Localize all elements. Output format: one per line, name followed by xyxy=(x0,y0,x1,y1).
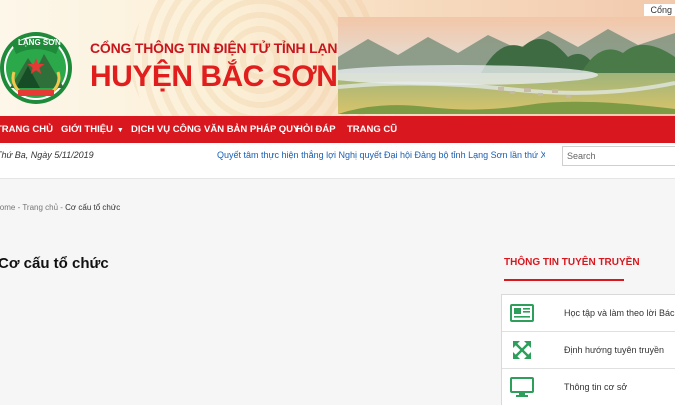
sidebar-item-label: Thông tin cơ sở xyxy=(564,382,628,392)
nav-item-legal-documents[interactable]: VĂN BẢN PHÁP QUY xyxy=(204,124,299,135)
portal-link[interactable]: Cổng xyxy=(644,4,675,16)
news-ticker-text: Quyết tâm thực hiện thắng lợi Nghị quyết… xyxy=(217,150,545,160)
nav-item-home[interactable]: TRANG CHỦ xyxy=(0,124,53,135)
main-content: Home - Trang chủ - Cơ cấu tổ chức Cơ cấu… xyxy=(0,179,675,405)
nav-item-old-site[interactable]: TRANG CŨ xyxy=(347,124,397,135)
sidebar-item-label: Học tập và làm theo lời Bác xyxy=(564,308,675,318)
sidebar-item-hoc-tap[interactable]: Học tập và làm theo lời Bác xyxy=(502,295,675,332)
site-title[interactable]: HUYỆN BẮC SƠN xyxy=(90,60,338,94)
site-logo[interactable]: LẠNG SƠN xyxy=(0,24,80,110)
chevron-down-icon: ▼ xyxy=(116,127,124,134)
nav-item-about-label: GIỚI THIỆU xyxy=(61,124,113,135)
sidebar-heading-underline xyxy=(504,279,624,281)
breadcrumb: Home - Trang chủ - Cơ cấu tổ chức xyxy=(0,203,120,212)
sidebar-item-dinh-huong[interactable]: Định hướng tuyên truyền xyxy=(502,332,675,369)
breadcrumb-current: Cơ cấu tổ chức xyxy=(65,203,121,212)
nav-item-public-services[interactable]: DỊCH VỤ CÔNG xyxy=(131,124,201,135)
nav-item-about[interactable]: GIỚI THIỆU ▼ xyxy=(61,124,124,135)
search-input[interactable] xyxy=(562,146,675,166)
logo-text: LẠNG SƠN xyxy=(18,38,61,47)
expand-arrows-icon xyxy=(510,340,534,360)
sidebar-item-label: Định hướng tuyên truyền xyxy=(564,345,664,355)
main-nav: TRANG CHỦ GIỚI THIỆU ▼ DỊCH VỤ CÔNG VĂN B… xyxy=(0,116,675,143)
breadcrumb-trang-chu[interactable]: Trang chủ xyxy=(22,203,58,212)
monitor-icon xyxy=(510,377,534,397)
landscape-banner xyxy=(338,17,675,114)
page-title: Cơ cấu tổ chức xyxy=(0,255,109,272)
news-ticker[interactable]: Quyết tâm thực hiện thắng lợi Nghị quyết… xyxy=(217,150,545,160)
nav-item-qa[interactable]: HỎI ĐÁP xyxy=(296,124,336,135)
sidebar-list: Học tập và làm theo lời Bác Định hướng t… xyxy=(501,294,675,405)
info-bar: Thứ Ba, Ngày 5/11/2019 Quyết tâm thực hi… xyxy=(0,143,675,179)
newspaper-icon xyxy=(510,303,534,323)
site-header: Cổng LẠNG SƠN CỔNG THÔNG TIN ĐIỆN TỬ TỈN… xyxy=(0,0,675,116)
breadcrumb-home[interactable]: Home xyxy=(0,203,15,212)
sidebar-heading: THÔNG TIN TUYÊN TRUYỀN xyxy=(504,257,640,268)
sidebar-item-thong-tin-co-so[interactable]: Thông tin cơ sở xyxy=(502,369,675,405)
current-date: Thứ Ba, Ngày 5/11/2019 xyxy=(0,150,94,160)
